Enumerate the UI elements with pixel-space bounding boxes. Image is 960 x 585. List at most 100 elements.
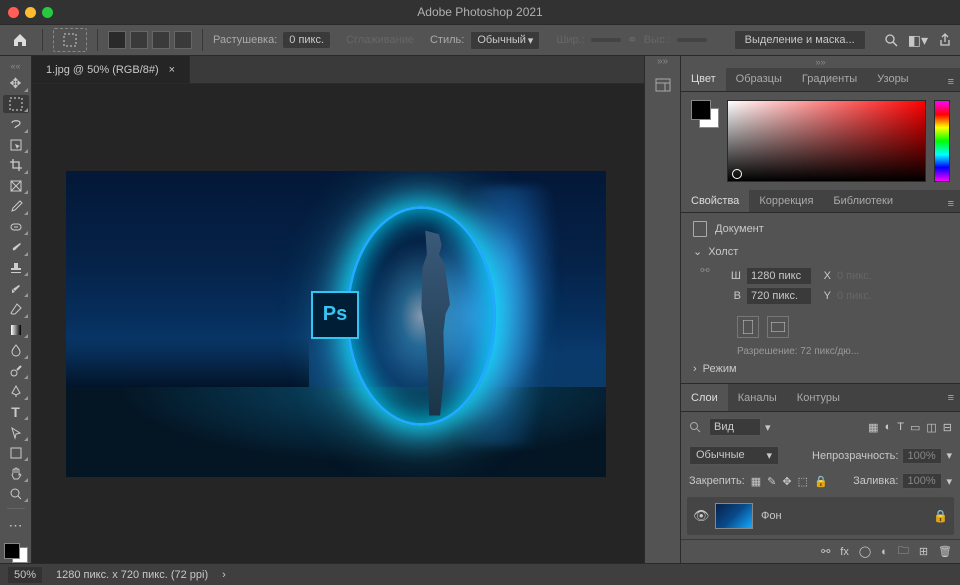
crop-tool[interactable] bbox=[3, 156, 29, 175]
panel-menu-icon[interactable]: ≡ bbox=[948, 198, 954, 210]
filter-adjust-icon[interactable]: ◐ bbox=[885, 421, 892, 434]
tab-channels[interactable]: Каналы bbox=[728, 384, 787, 411]
link-icon[interactable]: ⚯ bbox=[699, 264, 711, 308]
move-tool[interactable]: ✥ bbox=[3, 74, 29, 93]
panel-menu-icon[interactable]: ≡ bbox=[948, 76, 954, 88]
width-input[interactable]: 1280 пикс bbox=[747, 268, 811, 284]
tab-libraries[interactable]: Библиотеки bbox=[823, 190, 903, 213]
filter-toggle-icon[interactable]: ⊟ bbox=[943, 421, 952, 434]
layer-style-icon[interactable]: fx bbox=[840, 546, 849, 558]
orientation-landscape-icon[interactable] bbox=[767, 316, 789, 338]
layer-thumbnail[interactable] bbox=[715, 503, 753, 529]
style-select[interactable]: Обычный▾ bbox=[470, 31, 540, 50]
layer-filter-select[interactable] bbox=[709, 418, 761, 436]
minimize-icon[interactable] bbox=[25, 7, 36, 18]
hue-slider[interactable] bbox=[934, 100, 950, 182]
tab-properties[interactable]: Свойства bbox=[681, 190, 749, 213]
frame-tool[interactable] bbox=[3, 177, 29, 196]
layer-mask-icon[interactable]: ◯ bbox=[859, 545, 871, 558]
tab-patterns[interactable]: Узоры bbox=[867, 68, 918, 91]
x-label: X bbox=[817, 270, 831, 282]
workspace-icon[interactable]: ◧▾ bbox=[908, 32, 928, 49]
fill-input[interactable]: 100% bbox=[902, 473, 942, 489]
healing-tool[interactable] bbox=[3, 218, 29, 237]
search-icon[interactable] bbox=[884, 33, 898, 47]
tab-paths[interactable]: Контуры bbox=[787, 384, 850, 411]
tab-swatches[interactable]: Образцы bbox=[726, 68, 792, 91]
close-icon[interactable] bbox=[8, 7, 19, 18]
lock-paint-icon[interactable]: ✎ bbox=[767, 475, 776, 488]
tab-color[interactable]: Цвет bbox=[681, 68, 726, 91]
chevron-down-icon[interactable]: ⌄ bbox=[693, 245, 702, 258]
collapse-panels[interactable]: »» bbox=[681, 56, 960, 68]
selection-new-icon[interactable] bbox=[108, 31, 126, 49]
filter-pixel-icon[interactable]: ▦ bbox=[868, 421, 878, 434]
tool-preset-picker[interactable] bbox=[53, 28, 87, 52]
shape-tool[interactable] bbox=[3, 444, 29, 463]
stamp-tool[interactable] bbox=[3, 259, 29, 278]
new-group-icon[interactable]: 🗀 bbox=[898, 542, 909, 561]
blur-tool[interactable] bbox=[3, 341, 29, 360]
selection-subtract-icon[interactable] bbox=[152, 31, 170, 49]
blend-mode-select[interactable]: Обычные▾ bbox=[689, 446, 779, 465]
tab-layers[interactable]: Слои bbox=[681, 384, 728, 411]
gradient-tool[interactable] bbox=[3, 321, 29, 340]
feather-input[interactable]: 0 пикс. bbox=[283, 32, 330, 48]
path-select-tool[interactable] bbox=[3, 423, 29, 442]
home-button[interactable] bbox=[8, 28, 32, 52]
eraser-tool[interactable] bbox=[3, 300, 29, 319]
adjustment-layer-icon[interactable]: ◐ bbox=[881, 546, 888, 558]
selection-intersect-icon[interactable] bbox=[174, 31, 192, 49]
filter-shape-icon[interactable]: ▭ bbox=[910, 421, 920, 434]
marquee-tool[interactable] bbox=[3, 95, 29, 114]
selection-tool[interactable] bbox=[3, 136, 29, 155]
zoom-input[interactable]: 50% bbox=[8, 567, 42, 583]
status-chevron-icon[interactable]: › bbox=[222, 569, 226, 581]
layer-row[interactable]: 👁 Фон 🔒 bbox=[687, 497, 954, 535]
fg-bg-swatch[interactable] bbox=[691, 100, 719, 128]
lock-pixels-icon[interactable]: ▦ bbox=[751, 475, 761, 488]
zoom-tool[interactable] bbox=[3, 485, 29, 504]
close-icon[interactable]: × bbox=[169, 64, 175, 76]
expand-dock[interactable]: »» bbox=[645, 56, 680, 70]
panel-menu-icon[interactable]: ≡ bbox=[948, 392, 954, 404]
layer-name[interactable]: Фон bbox=[761, 510, 782, 522]
lock-icon[interactable]: 🔒 bbox=[933, 509, 948, 523]
select-and-mask-button[interactable]: Выделение и маска... bbox=[734, 30, 866, 50]
selection-add-icon[interactable] bbox=[130, 31, 148, 49]
type-tool[interactable]: T bbox=[3, 403, 29, 422]
canvas-viewport[interactable]: Ps bbox=[32, 84, 640, 563]
color-picker[interactable] bbox=[727, 100, 926, 182]
filter-search-icon[interactable] bbox=[689, 421, 701, 433]
share-icon[interactable] bbox=[938, 33, 952, 47]
eyedropper-tool[interactable] bbox=[3, 197, 29, 216]
lasso-tool[interactable] bbox=[3, 115, 29, 134]
tab-adjustments[interactable]: Коррекция bbox=[749, 190, 823, 213]
height-input[interactable]: 720 пикс. bbox=[747, 288, 811, 304]
orientation-portrait-icon[interactable] bbox=[737, 316, 759, 338]
maximize-icon[interactable] bbox=[42, 7, 53, 18]
edit-toolbar[interactable]: ⋯ bbox=[3, 516, 29, 535]
brush-tool[interactable] bbox=[3, 238, 29, 257]
pen-tool[interactable] bbox=[3, 382, 29, 401]
document-tab[interactable]: 1.jpg @ 50% (RGB/8#) × bbox=[32, 56, 190, 83]
chevron-right-icon[interactable]: › bbox=[693, 363, 697, 375]
foreground-background-colors[interactable] bbox=[4, 543, 28, 563]
link-layers-icon[interactable]: ⚯ bbox=[821, 545, 830, 558]
canvas[interactable]: Ps bbox=[66, 171, 606, 477]
hand-tool[interactable] bbox=[3, 464, 29, 483]
delete-layer-icon[interactable]: 🗑 bbox=[938, 545, 952, 558]
lock-artboard-icon[interactable]: ⬚ bbox=[798, 475, 808, 488]
filter-smart-icon[interactable]: ◫ bbox=[926, 421, 936, 434]
tab-gradients[interactable]: Градиенты bbox=[792, 68, 867, 91]
opacity-input[interactable]: 100% bbox=[902, 448, 942, 464]
filter-type-icon[interactable]: T bbox=[897, 421, 904, 434]
new-layer-icon[interactable]: ⊞ bbox=[919, 545, 928, 558]
lock-all-icon[interactable]: 🔒 bbox=[814, 475, 828, 488]
panel-icon[interactable] bbox=[645, 70, 680, 100]
visibility-icon[interactable]: 👁 bbox=[693, 508, 707, 524]
toolbar-collapse[interactable]: «« bbox=[10, 60, 20, 72]
dodge-tool[interactable] bbox=[3, 362, 29, 381]
lock-position-icon[interactable]: ✥ bbox=[782, 475, 791, 488]
history-brush-tool[interactable] bbox=[3, 279, 29, 298]
